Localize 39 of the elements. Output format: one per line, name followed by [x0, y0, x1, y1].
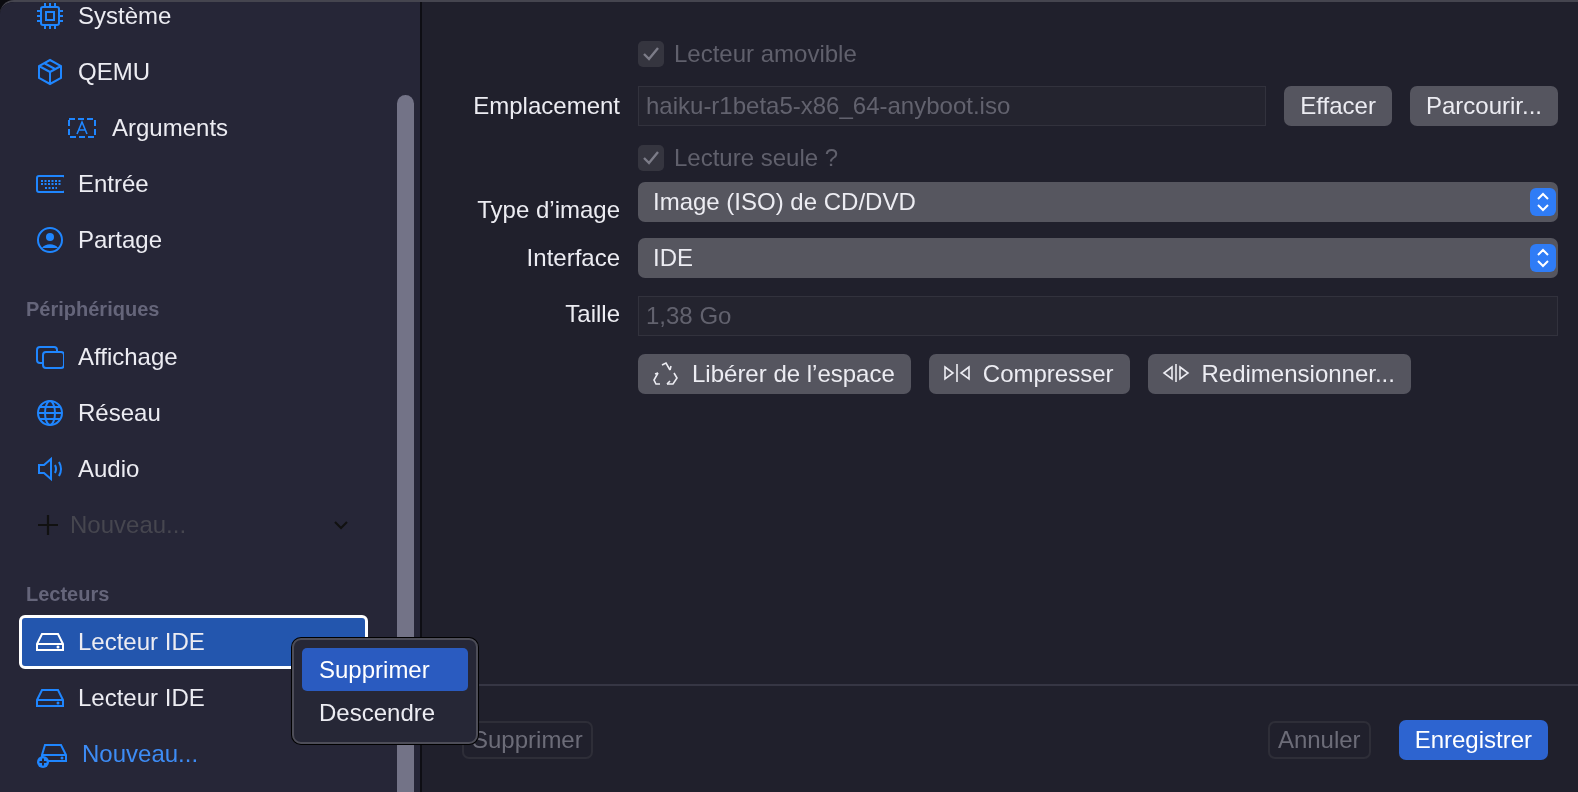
windows-icon	[36, 343, 64, 371]
dropdown[interactable]: Image (ISO) de CD/DVD	[638, 182, 1558, 222]
speaker-icon	[36, 455, 64, 483]
globe-icon	[36, 399, 64, 427]
checkmark-icon	[642, 150, 660, 166]
action-button[interactable]: Compresser	[928, 354, 1130, 394]
field-label: Type d’image	[476, 195, 620, 225]
field-label: Taille	[564, 299, 620, 329]
sidebar-item[interactable]: Arguments	[19, 101, 368, 155]
recycle-icon	[652, 361, 680, 387]
sidebar-item[interactable]: Entrée	[19, 157, 368, 211]
checkmark-icon	[642, 46, 660, 62]
sidebar-item[interactable]: Audio	[19, 442, 368, 496]
person-circle-icon	[36, 226, 64, 254]
save-button[interactable]: Enregistrer	[1398, 720, 1548, 760]
chip-icon	[36, 2, 64, 30]
plus-icon	[36, 513, 60, 537]
cube-icon	[36, 58, 64, 86]
checkbox-label: Lecture seule ?	[674, 144, 839, 172]
field-button[interactable]: Parcourir...	[1409, 86, 1558, 126]
field-label: Interface	[525, 243, 620, 273]
chevron-down-icon	[333, 520, 349, 530]
sidebar-item[interactable]: Affichage	[19, 330, 368, 384]
field-label: Emplacement	[472, 91, 620, 121]
sidebar-item[interactable]: QEMU	[19, 45, 368, 99]
action-button[interactable]: Redimensionner...	[1147, 354, 1411, 394]
action-button[interactable]: Libérer de l’espace	[638, 354, 911, 394]
sidebar-item[interactable]: Réseau	[19, 386, 368, 440]
text-field-icon	[66, 115, 98, 141]
sidebar-item[interactable]: Partage	[19, 213, 368, 267]
field-button[interactable]: Effacer	[1284, 86, 1392, 126]
checkbox-label: Lecteur amovible	[674, 40, 857, 68]
dropdown[interactable]: IDE	[638, 238, 1558, 278]
menu-item[interactable]: Supprimer	[302, 648, 468, 691]
stepper-icon	[1530, 244, 1556, 272]
sidebar-item[interactable]: Système	[19, 2, 368, 43]
section-header: Lecteurs	[26, 583, 111, 605]
section-header: Périphériques	[26, 298, 161, 320]
stepper-icon	[1530, 188, 1556, 216]
